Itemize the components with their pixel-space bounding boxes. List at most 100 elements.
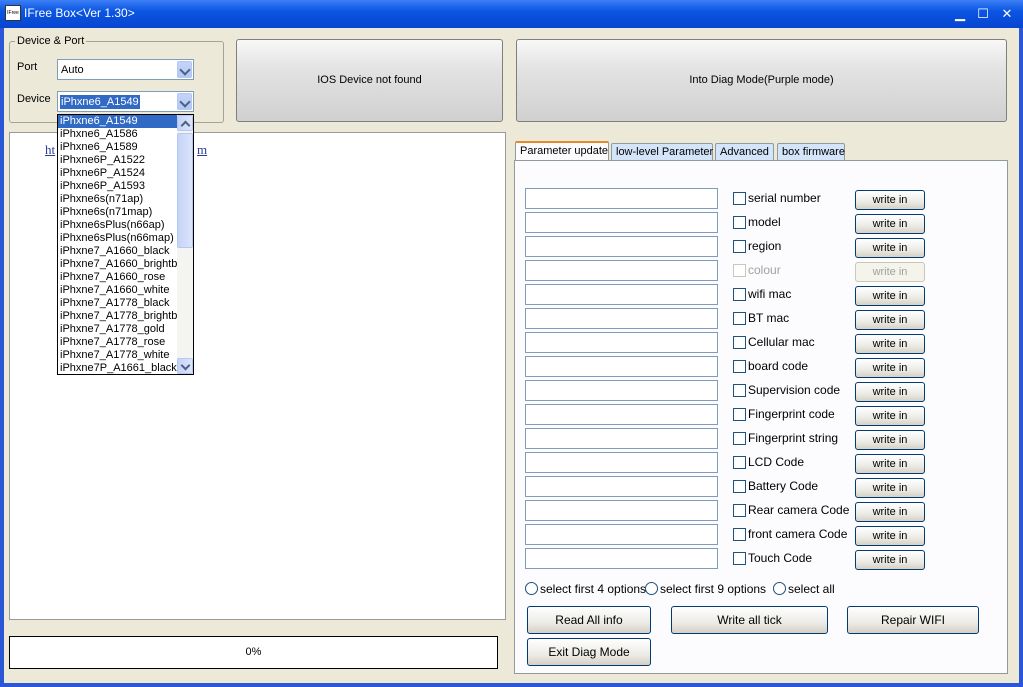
device-dropdown-list[interactable]: iPhxne6_A1549 iPhxne6_A1586 iPhxne6_A1589 i… [57,114,194,375]
exit-diag-mode-button[interactable]: Exit Diag Mode [527,638,651,666]
ios-device-status-button[interactable]: IOS Device not found [236,39,503,122]
device-option[interactable]: iPhxne7_A1660_black [58,245,178,258]
param-checkbox[interactable] [733,408,746,421]
param-checkbox[interactable] [733,504,746,517]
select-first-9-radio[interactable] [645,582,658,595]
param-input[interactable] [525,188,718,209]
param-checkbox[interactable] [733,240,746,253]
into-diag-mode-button[interactable]: Into Diag Mode(Purple mode) [516,39,1007,122]
write-in-button[interactable]: write in [855,238,925,258]
write-in-button[interactable]: write in [855,526,925,546]
device-option[interactable]: iPhxne6P_A1593 [58,180,178,193]
param-input[interactable] [525,500,718,521]
write-in-button[interactable]: write in [855,358,925,378]
device-option[interactable]: iPhxne7_A1778_rose [58,336,178,349]
write-all-tick-button[interactable]: Write all tick [671,606,828,634]
website-link[interactable]: ht [45,142,55,158]
device-option[interactable]: iPhxne7P_A1661_black [58,362,178,374]
param-input[interactable] [525,308,718,329]
chevron-down-icon[interactable] [177,93,192,110]
device-option[interactable]: iPhxne6_A1589 [58,141,178,154]
param-checkbox[interactable] [733,288,746,301]
write-in-button[interactable]: write in [855,214,925,234]
device-option[interactable]: iPhxne6P_A1524 [58,167,178,180]
write-in-button[interactable]: write in [855,406,925,426]
param-checkbox[interactable] [733,432,746,445]
write-in-button[interactable]: write in [855,430,925,450]
device-option[interactable]: iPhxne7_A1660_white [58,284,178,297]
param-checkbox[interactable] [733,480,746,493]
param-checkbox[interactable] [733,384,746,397]
param-input[interactable] [525,236,718,257]
app-icon: IFree [5,5,21,21]
dropdown-scrollbar[interactable] [177,115,193,374]
param-input[interactable] [525,524,718,545]
write-in-button[interactable]: write in [855,550,925,570]
param-checkbox[interactable] [733,216,746,229]
scroll-down-icon[interactable] [177,358,193,374]
write-in-button[interactable]: write in [855,190,925,210]
param-label: Supervision code [748,383,841,397]
write-in-button[interactable]: write in [855,310,925,330]
device-option[interactable]: iPhxne7_A1778_black [58,297,178,310]
scroll-up-icon[interactable] [177,115,193,131]
write-in-button[interactable]: write in [855,454,925,474]
param-input[interactable] [525,452,718,473]
param-input[interactable] [525,380,718,401]
tab-low-level-parameter[interactable]: low-level Parameter [611,143,713,160]
param-input[interactable] [525,356,718,377]
title-bar[interactable]: IFree IFree Box<Ver 1.30> ▁ ☐ ✕ [0,0,1023,28]
device-option[interactable]: iPhxne6sPlus(n66map) [58,232,178,245]
app-window: IFree IFree Box<Ver 1.30> ▁ ☐ ✕ Device &… [0,0,1023,687]
write-in-button[interactable]: write in [855,502,925,522]
window-title: IFree Box<Ver 1.30> [24,6,135,20]
write-in-button[interactable]: write in [855,334,925,354]
device-option[interactable]: iPhxne7_A1660_rose [58,271,178,284]
port-select[interactable]: Auto [57,59,194,80]
close-icon[interactable]: ✕ [996,4,1018,24]
device-label: Device [17,93,51,105]
param-input[interactable] [525,260,718,281]
device-option[interactable]: iPhxne6sPlus(n66ap) [58,219,178,232]
website-link-tail[interactable]: m [197,142,207,158]
minimize-icon[interactable]: ▁ [949,4,971,24]
device-option[interactable]: iPhxne6s(n71ap) [58,193,178,206]
tab-box-firmware[interactable]: box firmware [777,143,845,160]
device-option[interactable]: iPhxne6s(n71map) [58,206,178,219]
device-option[interactable]: iPhxne7_A1778_white [58,349,178,362]
param-checkbox[interactable] [733,528,746,541]
param-input[interactable] [525,476,718,497]
write-in-button[interactable]: write in [855,382,925,402]
repair-wifi-button[interactable]: Repair WIFI [847,606,979,634]
device-option[interactable]: iPhxne6P_A1522 [58,154,178,167]
param-checkbox[interactable] [733,456,746,469]
device-option[interactable]: iPhxne6_A1586 [58,128,178,141]
param-checkbox[interactable] [733,360,746,373]
device-select[interactable]: iPhxne6_A1549 [57,91,194,112]
param-input[interactable] [525,404,718,425]
tab-advanced[interactable]: Advanced [715,143,774,160]
select-first-4-radio[interactable] [525,582,538,595]
param-checkbox[interactable] [733,336,746,349]
device-option[interactable]: iPhxne7_A1778_gold [58,323,178,336]
chevron-down-icon[interactable] [177,61,192,78]
param-input[interactable] [525,428,718,449]
write-in-button[interactable]: write in [855,286,925,306]
scroll-thumb[interactable] [177,133,193,248]
maximize-icon[interactable]: ☐ [972,4,994,24]
select-all-radio[interactable] [773,582,786,595]
read-all-info-button[interactable]: Read All info [527,606,651,634]
param-input[interactable] [525,284,718,305]
param-checkbox[interactable] [733,312,746,325]
param-input[interactable] [525,548,718,569]
param-checkbox[interactable] [733,552,746,565]
tab-parameter-update[interactable]: Parameter update [515,141,609,160]
param-input[interactable] [525,212,718,233]
device-option[interactable]: iPhxne7_A1660_brightbl [58,258,178,271]
write-in-button[interactable]: write in [855,478,925,498]
param-checkbox[interactable] [733,192,746,205]
select-first-9-label: select first 9 options [660,582,767,596]
device-option[interactable]: iPhxne7_A1778_brightbl [58,310,178,323]
device-option[interactable]: iPhxne6_A1549 [58,115,178,128]
param-input[interactable] [525,332,718,353]
